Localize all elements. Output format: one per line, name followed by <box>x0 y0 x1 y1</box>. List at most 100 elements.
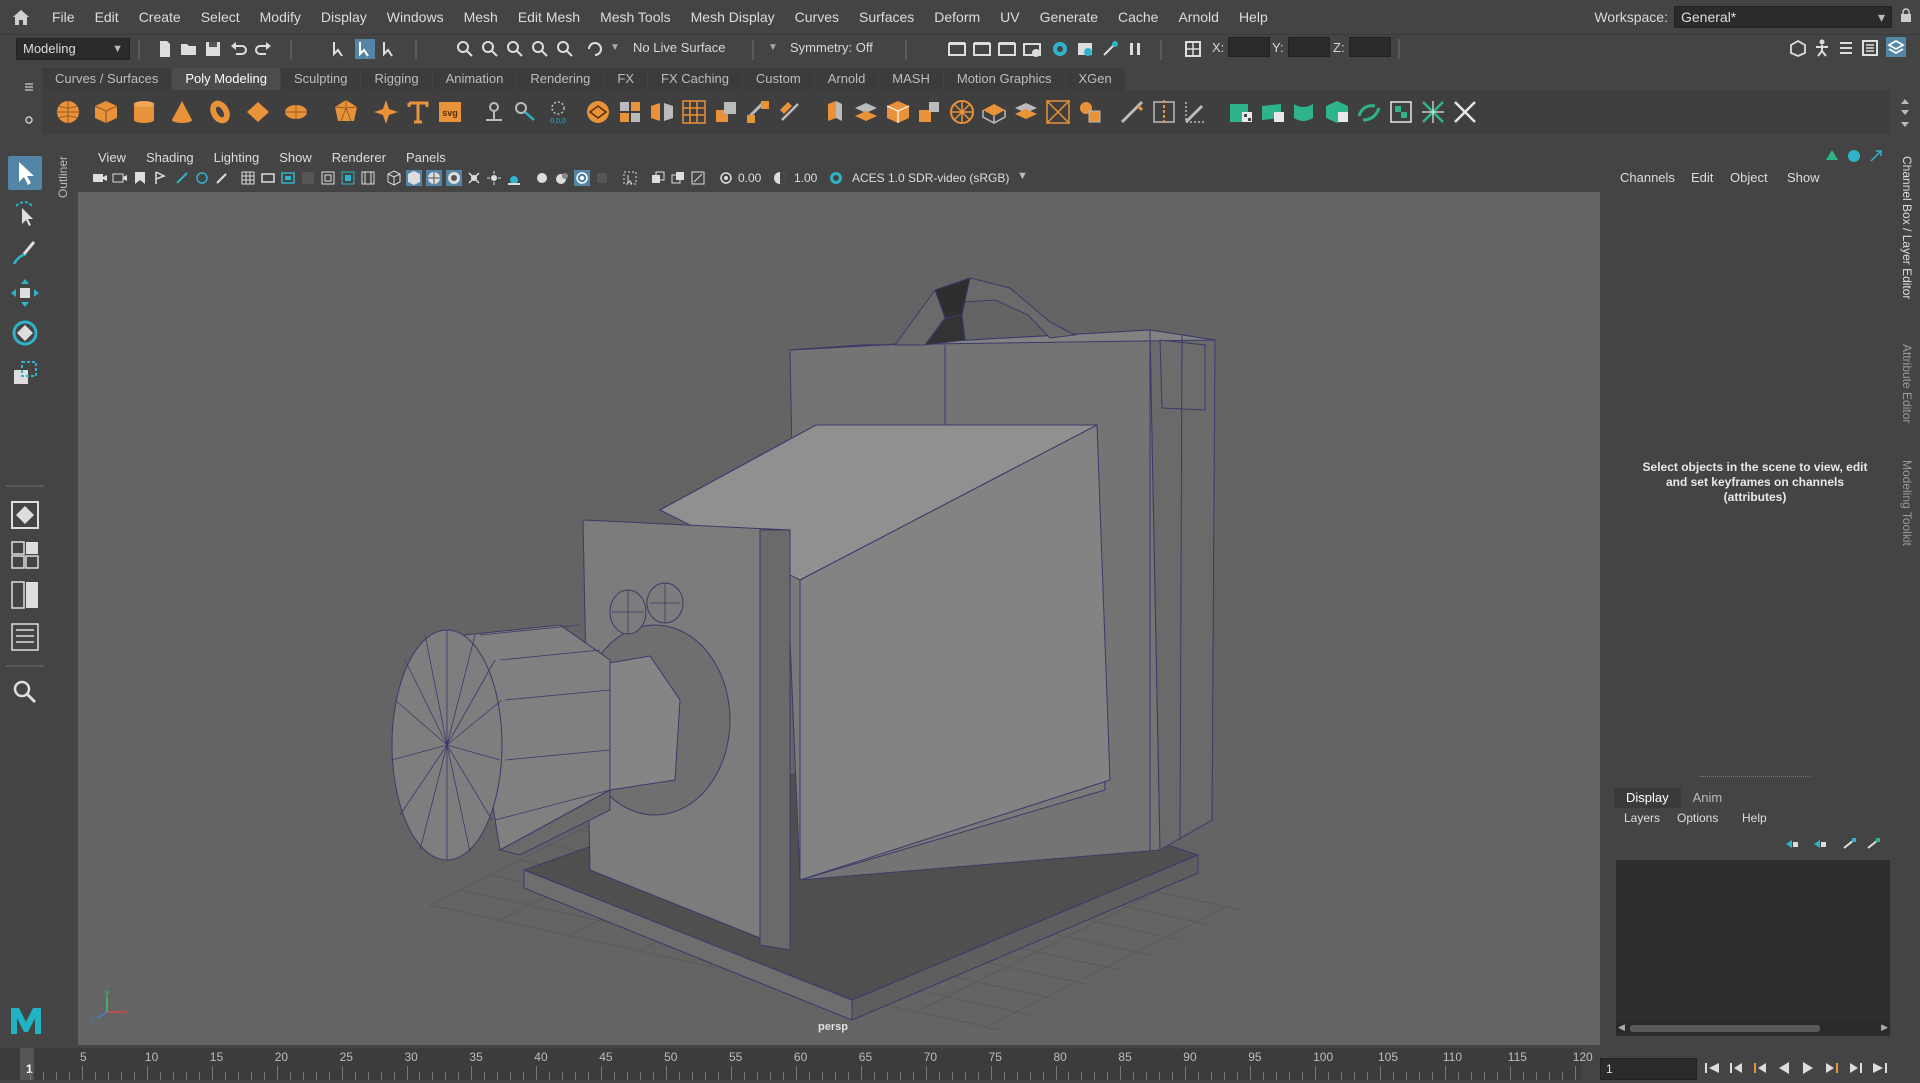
depth-of-field-icon[interactable] <box>574 170 590 186</box>
outliner-layout-icon[interactable] <box>8 620 42 654</box>
z-field[interactable] <box>1349 37 1391 57</box>
ambient-occlusion-icon[interactable] <box>506 170 522 186</box>
select-component-icon[interactable] <box>380 39 400 59</box>
menu-cache[interactable]: Cache <box>1108 9 1168 25</box>
channel-object-menu[interactable]: Object <box>1730 170 1768 185</box>
snap-surface-icon[interactable] <box>555 39 575 59</box>
layer-tab-anim[interactable]: Anim <box>1681 788 1735 808</box>
hypershade-icon[interactable] <box>1022 39 1042 59</box>
duplicate-face-icon[interactable] <box>1012 98 1040 126</box>
menu-generate[interactable]: Generate <box>1030 9 1108 25</box>
motion-blur-icon[interactable] <box>534 170 550 186</box>
mode-dropdown[interactable]: Modeling ▼ <box>16 38 130 60</box>
xray-icon[interactable] <box>650 170 666 186</box>
boolean-difference-icon[interactable] <box>712 98 740 126</box>
panel-menu-lighting[interactable]: Lighting <box>204 150 270 165</box>
move-tool-icon[interactable] <box>8 276 42 310</box>
snap-view-icon[interactable] <box>530 39 550 59</box>
channel-edit-menu[interactable]: Edit <box>1691 170 1713 185</box>
2d-pan-zoom-icon[interactable] <box>174 170 190 186</box>
menu-surfaces[interactable]: Surfaces <box>849 9 924 25</box>
snap-rotate-icon[interactable] <box>585 39 605 59</box>
uv-checker-icon[interactable] <box>1387 98 1415 126</box>
select-tool-icon[interactable] <box>8 156 42 190</box>
bookmark-icon[interactable] <box>132 170 148 186</box>
smooth-icon[interactable] <box>584 98 612 126</box>
arnold-tool-icon[interactable] <box>1100 39 1120 59</box>
color-space-dropdown[interactable]: ACES 1.0 SDR-video (sRGB) <box>852 171 1009 185</box>
textured-icon[interactable] <box>446 170 462 186</box>
layer-scrollbar[interactable]: ◀ ▶ <box>1616 1022 1890 1034</box>
current-frame-field[interactable]: 1 <box>1600 1058 1697 1080</box>
home-icon[interactable] <box>10 7 32 27</box>
fill-hole-icon[interactable] <box>776 98 804 126</box>
pencil-icon[interactable] <box>214 170 230 186</box>
platonic-solid-icon[interactable] <box>332 98 360 126</box>
channel-box-tool-icon[interactable] <box>1824 148 1840 164</box>
pause-icon[interactable] <box>1125 39 1145 59</box>
offset-edge-loop-icon[interactable] <box>1182 98 1210 126</box>
panel-menu-renderer[interactable]: Renderer <box>322 150 396 165</box>
menu-select[interactable]: Select <box>191 9 250 25</box>
gate-mask-icon[interactable] <box>300 170 316 186</box>
channel-box-expand-icon[interactable] <box>1868 148 1884 164</box>
scroll-thumb[interactable] <box>1630 1025 1820 1032</box>
shelf-tab-animation[interactable]: Animation <box>432 68 517 90</box>
move-layer-up-icon[interactable] <box>1784 836 1800 852</box>
menu-mesh[interactable]: Mesh <box>454 9 508 25</box>
poke-icon[interactable] <box>980 98 1008 126</box>
menu-help[interactable]: Help <box>1229 9 1278 25</box>
shelf-tab-rendering[interactable]: Rendering <box>517 68 604 90</box>
play-backwards-icon[interactable] <box>1772 1056 1796 1080</box>
modeling-toolkit-tab[interactable]: Modeling Toolkit <box>1900 460 1914 546</box>
xray-joints-icon[interactable] <box>670 170 686 186</box>
smooth-shade-icon[interactable] <box>406 170 422 186</box>
screen-space-icon[interactable] <box>594 170 610 186</box>
xray-active-icon[interactable] <box>690 170 706 186</box>
super-shape-icon[interactable] <box>372 98 400 126</box>
uv-editor-icon[interactable] <box>1227 98 1255 126</box>
uv-planar-icon[interactable] <box>1259 98 1287 126</box>
four-view-layout-icon[interactable] <box>8 538 42 572</box>
grid-icon[interactable] <box>240 170 256 186</box>
attribute-editor-tab[interactable]: Attribute Editor <box>1900 344 1914 423</box>
uv-cut-icon[interactable] <box>1419 98 1447 126</box>
exposure-value[interactable]: 0.00 <box>738 171 761 185</box>
shelf-tab-sculpting[interactable]: Sculpting <box>280 68 361 90</box>
poly-disc-icon[interactable] <box>282 98 310 126</box>
poly-cylinder-icon[interactable] <box>130 98 158 126</box>
menu-create[interactable]: Create <box>129 9 191 25</box>
menu-mesh-tools[interactable]: Mesh Tools <box>590 9 681 25</box>
extract-icon[interactable]: 0,0,0 <box>544 98 572 126</box>
render-settings-icon[interactable] <box>997 39 1017 59</box>
tool-settings-icon[interactable] <box>1860 38 1880 58</box>
shelf-tab-curves-surfaces[interactable]: Curves / Surfaces <box>42 68 172 90</box>
shelf-tab-poly-modeling[interactable]: Poly Modeling <box>172 68 280 90</box>
mirror-icon[interactable] <box>648 98 676 126</box>
poly-cone-icon[interactable] <box>168 98 196 126</box>
camera-attributes-icon[interactable] <box>112 170 128 186</box>
channel-box-help-icon[interactable] <box>1846 148 1862 164</box>
menu-windows[interactable]: Windows <box>377 9 454 25</box>
x-field[interactable] <box>1228 37 1270 57</box>
paint-select-tool-icon[interactable] <box>8 236 42 270</box>
color-management-icon[interactable] <box>828 170 844 186</box>
svg-icon[interactable]: svg <box>436 98 464 126</box>
rotate-tool-icon[interactable] <box>8 316 42 350</box>
shelf-tab-fx[interactable]: FX <box>604 68 647 90</box>
scroll-right-icon[interactable]: ▶ <box>1881 1022 1888 1033</box>
search-icon[interactable] <box>8 675 42 709</box>
safe-action-icon[interactable] <box>340 170 356 186</box>
scroll-left-icon[interactable]: ◀ <box>1618 1022 1625 1033</box>
panel-splitter[interactable] <box>1700 776 1810 778</box>
gamma-value[interactable]: 1.00 <box>794 171 817 185</box>
film-gate-icon[interactable] <box>260 170 276 186</box>
outliner-tab[interactable]: Outliner <box>56 156 70 198</box>
type-text-icon[interactable] <box>404 98 432 126</box>
menu-curves[interactable]: Curves <box>785 9 849 25</box>
channel-box-layer-editor-tab[interactable]: Channel Box / Layer Editor <box>1900 156 1914 299</box>
shelf-tab-fx-caching[interactable]: FX Caching <box>648 68 742 90</box>
multisample-icon[interactable] <box>554 170 570 186</box>
use-all-lights-icon[interactable] <box>466 170 482 186</box>
new-scene-icon[interactable] <box>155 39 175 59</box>
